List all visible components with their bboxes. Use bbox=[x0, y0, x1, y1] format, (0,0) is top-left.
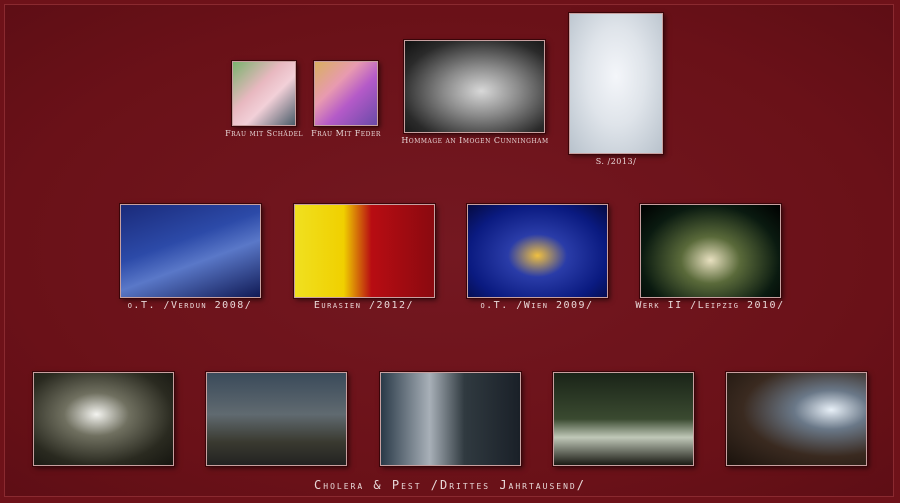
caption-verdun-2008: o.T. /Verdun 2008/ bbox=[127, 300, 253, 311]
thumb-frau-mit-schaedel[interactable] bbox=[232, 61, 296, 126]
caption-hommage-cunningham: Hommage an Imogen Cunningham bbox=[401, 136, 549, 145]
thumb-cholera-pest-4[interactable] bbox=[553, 372, 694, 466]
thumb-cholera-pest-1[interactable] bbox=[33, 372, 174, 466]
caption-leipzig-2010: Werk II /Leipzig 2010/ bbox=[635, 300, 785, 311]
thumb-eurasien-2012[interactable] bbox=[294, 204, 435, 298]
thumb-frau-mit-feder[interactable] bbox=[314, 61, 378, 126]
thumb-s-2013[interactable] bbox=[569, 13, 663, 154]
thumb-hommage-cunningham[interactable] bbox=[404, 40, 545, 133]
thumb-cholera-pest-5[interactable] bbox=[726, 372, 867, 466]
thumb-verdun-2008[interactable] bbox=[120, 204, 261, 298]
thumb-wien-2009[interactable] bbox=[467, 204, 608, 298]
thumb-cholera-pest-3[interactable] bbox=[380, 372, 521, 466]
thumb-leipzig-2010[interactable] bbox=[640, 204, 781, 298]
caption-wien-2009: o.T. /Wien 2009/ bbox=[480, 300, 594, 311]
caption-s-2013: S. /2013/ bbox=[595, 157, 637, 166]
caption-frau-mit-feder: Frau Mit Feder bbox=[311, 129, 381, 138]
caption-cholera-pest: Cholera & Pest /Drittes Jahrtausend/ bbox=[314, 478, 586, 492]
thumb-cholera-pest-2[interactable] bbox=[206, 372, 347, 466]
caption-eurasien-2012: Eurasien /2012/ bbox=[313, 300, 415, 311]
